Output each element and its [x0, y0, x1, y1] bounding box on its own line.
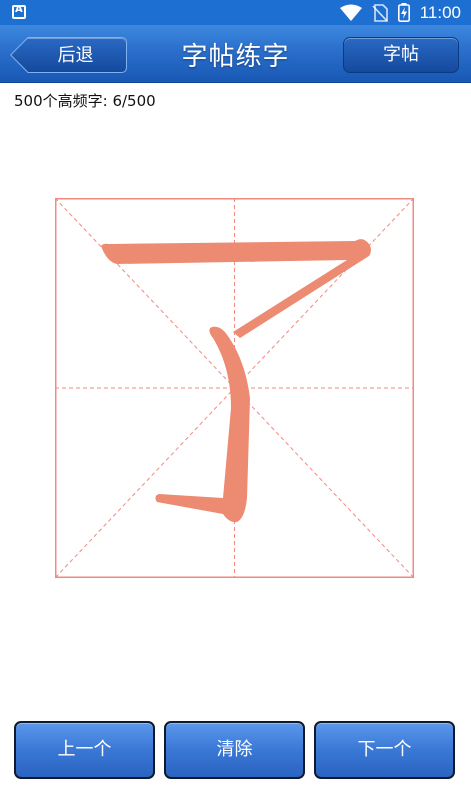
writing-grid[interactable]	[55, 198, 414, 578]
clock-time: 11:00	[419, 2, 461, 22]
wifi-icon	[339, 4, 362, 21]
status-icons: 11:00	[339, 2, 461, 23]
stroke-vertical-hook	[155, 326, 250, 523]
prev-button[interactable]: 上一个	[14, 721, 155, 779]
copybook-button-label: 字帖	[383, 44, 419, 65]
progress-text: 500个高频字: 6/500	[14, 92, 156, 110]
battery-charging-icon	[397, 3, 410, 22]
character-strokes	[101, 239, 371, 523]
clear-button-label: 清除	[216, 739, 253, 760]
title-bar: 后退 字帖练字 字帖	[0, 25, 471, 83]
app-a-icon	[12, 4, 26, 19]
next-button[interactable]: 下一个	[314, 721, 455, 779]
copybook-button[interactable]: 字帖	[343, 37, 459, 73]
next-button-label: 下一个	[357, 739, 412, 760]
clear-button[interactable]: 清除	[164, 721, 305, 779]
stroke-horizontal-hook	[101, 239, 371, 338]
no-sim-icon	[372, 3, 388, 22]
prev-button-label: 上一个	[57, 739, 112, 760]
status-bar: 11:00	[0, 0, 471, 25]
